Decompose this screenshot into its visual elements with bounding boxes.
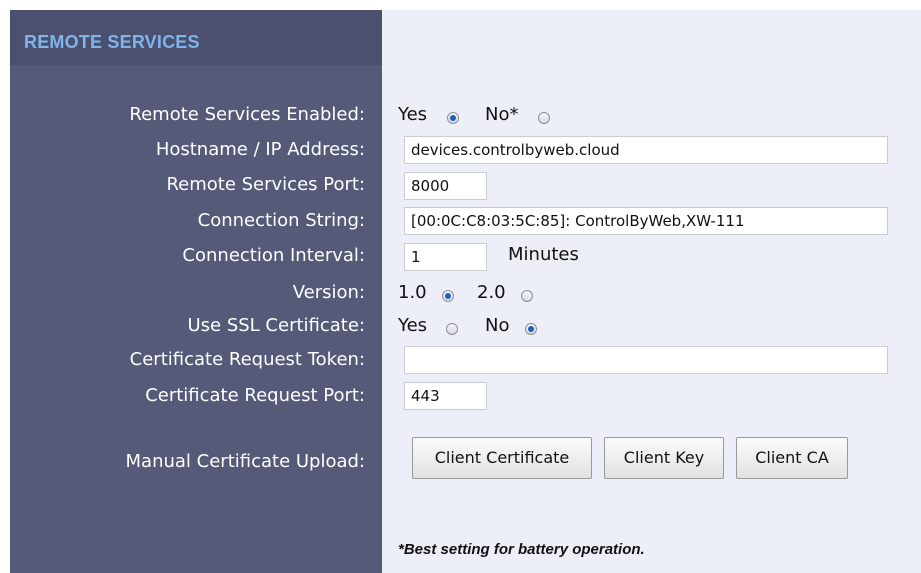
version-2-label: 2.0 <box>477 282 506 303</box>
label-manual-certificate-upload: Manual Certificate Upload: <box>125 451 365 472</box>
connection-interval-unit: Minutes <box>508 244 579 265</box>
ssl-yes-radio[interactable] <box>446 323 458 335</box>
connection-string-input[interactable]: [00:0C:C8:03:5C:85]: ControlByWeb,XW-111 <box>404 207 888 235</box>
connection-interval-input[interactable]: 1 <box>404 243 487 271</box>
section-header: REMOTE SERVICES <box>10 10 382 65</box>
remote-services-port-input[interactable]: 8000 <box>404 172 487 200</box>
label-remote-services-port: Remote Services Port: <box>166 174 365 195</box>
enabled-no-radio[interactable] <box>538 112 550 124</box>
label-version: Version: <box>292 282 365 303</box>
ssl-no-label: No <box>485 315 510 336</box>
certificate-request-port-input[interactable]: 443 <box>404 382 487 410</box>
client-ca-button[interactable]: Client CA <box>736 437 848 479</box>
ssl-no-radio[interactable] <box>525 323 537 335</box>
label-use-ssl-certificate: Use SSL Certificate: <box>187 315 365 336</box>
form-panel <box>382 10 921 573</box>
label-certificate-request-port: Certificate Request Port: <box>145 385 365 406</box>
client-key-button[interactable]: Client Key <box>604 437 724 479</box>
label-connection-interval: Connection Interval: <box>182 245 365 266</box>
label-connection-string: Connection String: <box>197 210 365 231</box>
enabled-yes-radio[interactable] <box>447 112 459 124</box>
label-remote-services-enabled: Remote Services Enabled: <box>129 104 365 125</box>
version-1-radio[interactable] <box>442 290 454 302</box>
version-1-label: 1.0 <box>398 282 427 303</box>
label-hostname: Hostname / IP Address: <box>155 139 365 160</box>
version-2-radio[interactable] <box>521 290 533 302</box>
enabled-yes-label: Yes <box>398 104 428 125</box>
battery-note: *Best setting for battery operation. <box>398 541 645 558</box>
enabled-no-label: No* <box>485 104 519 125</box>
section-title: REMOTE SERVICES <box>24 32 200 52</box>
client-certificate-button[interactable]: Client Certificate <box>412 437 592 479</box>
hostname-input[interactable]: devices.controlbyweb.cloud <box>404 136 888 164</box>
ssl-yes-label: Yes <box>398 315 428 336</box>
certificate-request-token-input[interactable] <box>404 346 888 374</box>
label-certificate-request-token: Certificate Request Token: <box>129 349 365 370</box>
